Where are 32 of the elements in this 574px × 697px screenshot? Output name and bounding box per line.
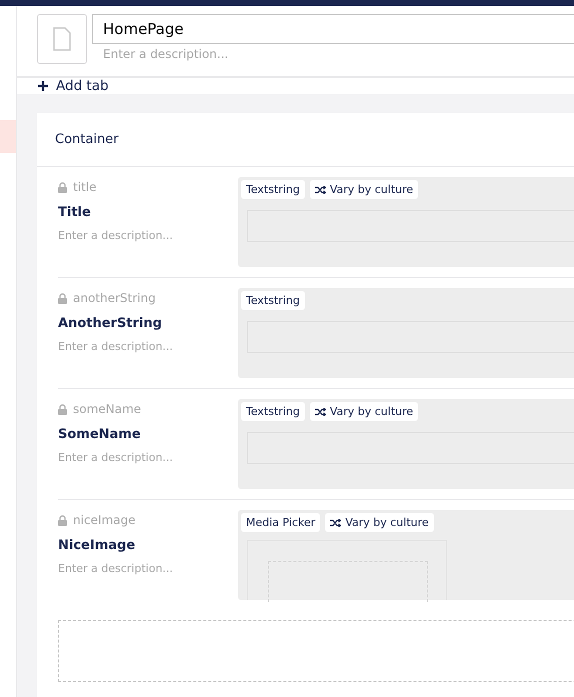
property-alias: niceImage (73, 513, 136, 527)
variation-tag: Vary by culture (310, 402, 418, 421)
property-name[interactable]: NiceImage (58, 538, 136, 553)
editor-tag: Textstring (241, 180, 305, 199)
lock-icon[interactable] (58, 514, 67, 526)
shuffle-icon (330, 518, 342, 526)
variation-tag: Vary by culture (310, 180, 418, 199)
add-tab-link[interactable]: Add tab (38, 78, 109, 94)
property-alias: anotherString (73, 291, 156, 305)
lock-icon[interactable] (58, 292, 67, 304)
property-name[interactable]: Title (58, 205, 91, 220)
property-alias: title (73, 180, 96, 194)
variation-tag: Vary by culture (325, 513, 434, 532)
editor-preview[interactable]: Textstring (238, 288, 574, 378)
editor-preview[interactable]: Textstring Vary by culture (238, 399, 574, 489)
name-field[interactable]: HomePage (92, 14, 574, 44)
editor-tag: Textstring (241, 291, 305, 310)
property-alias: someName (73, 402, 142, 416)
editor-tag: Textstring (241, 402, 305, 421)
sidebar-highlight (0, 120, 16, 153)
icon-picker-button[interactable] (37, 14, 87, 64)
property-name[interactable]: SomeName (58, 427, 141, 442)
lock-icon[interactable] (58, 404, 67, 414)
shuffle-icon (314, 186, 326, 194)
plus-icon (38, 81, 48, 91)
document-icon (53, 27, 71, 51)
editor-tag: Media Picker (241, 513, 320, 532)
editor-preview[interactable]: Media Picker Vary by culture (238, 510, 574, 600)
property-name[interactable]: AnotherString (58, 316, 162, 331)
editor-preview[interactable]: Textstring Vary by culture (238, 177, 574, 267)
lock-icon[interactable] (58, 182, 67, 192)
shuffle-icon (314, 408, 326, 416)
